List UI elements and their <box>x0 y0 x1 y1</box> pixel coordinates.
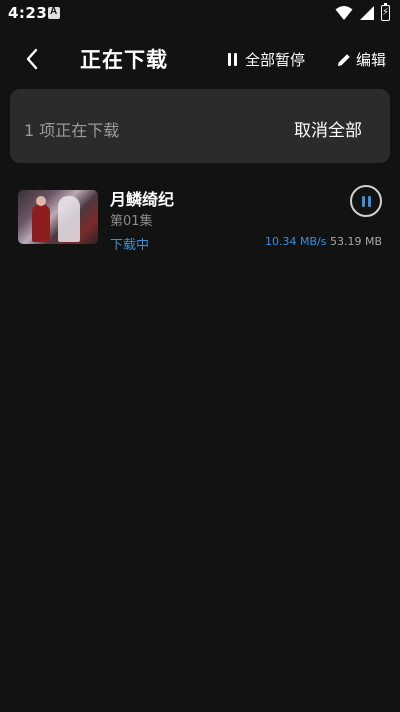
pause-all-label: 全部暂停 <box>245 51 306 69</box>
download-speed: 10.34 MB/s <box>265 235 327 248</box>
download-item[interactable]: 月鳞绮纪 第01集 下载中 10.34 MB/s 53.19 MB <box>0 180 400 256</box>
downloading-count: 1 项正在下载 <box>24 121 120 140</box>
signal-icon <box>360 6 374 20</box>
video-title: 月鳞绮纪 <box>110 190 175 209</box>
episode-label: 第01集 <box>110 214 153 229</box>
wifi-icon <box>335 6 353 20</box>
status-time: 4:23 <box>8 4 48 22</box>
status-bar: 4:23 ⚡ <box>0 0 400 28</box>
edit-label: 编辑 <box>356 51 387 69</box>
pause-all-button[interactable]: 全部暂停 <box>228 49 305 70</box>
pause-icon <box>228 53 240 66</box>
page-title: 正在下载 <box>80 48 168 72</box>
top-app-bar: 正在下载 全部暂停 编辑 <box>0 38 400 82</box>
download-status: 下载中 <box>110 238 150 253</box>
pencil-icon <box>338 53 350 66</box>
back-arrow-icon[interactable] <box>18 44 48 74</box>
battery-charging-icon: ⚡ <box>381 3 390 21</box>
download-progress-info: 10.34 MB/s 53.19 MB <box>265 235 382 248</box>
edit-button[interactable]: 编辑 <box>336 49 386 70</box>
notification-a-icon <box>48 6 60 19</box>
download-size: 53.19 MB <box>329 235 382 248</box>
cancel-all-button[interactable]: 取消全部 <box>294 116 362 141</box>
pause-download-button[interactable] <box>350 185 382 217</box>
status-icons: ⚡ <box>335 3 390 21</box>
downloading-summary-panel: 1 项正在下载 取消全部 <box>10 89 390 163</box>
video-thumbnail <box>18 190 98 244</box>
